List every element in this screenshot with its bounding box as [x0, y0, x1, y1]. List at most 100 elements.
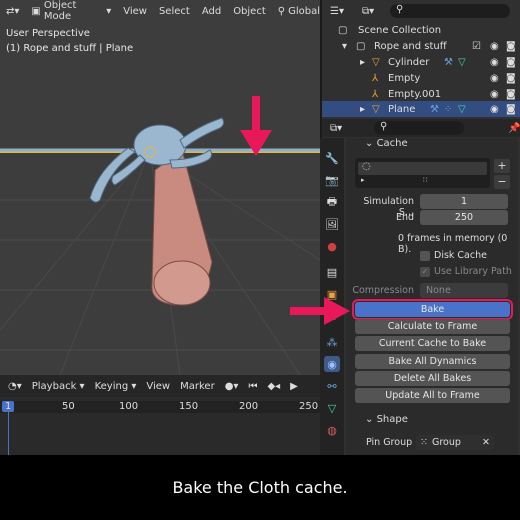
- camera-icon[interactable]: ◙: [506, 41, 516, 52]
- bake-all-dynamics-button[interactable]: Bake All Dynamics: [355, 354, 510, 369]
- constraints-tab-icon[interactable]: ⚯: [324, 378, 340, 394]
- tick-label: 200: [239, 401, 259, 412]
- expand-icon: ▸: [360, 56, 366, 68]
- tick-label: 100: [119, 401, 139, 412]
- mode-label: Object Mode: [43, 0, 77, 22]
- cache-panel-header[interactable]: ⌄ Cache: [365, 138, 408, 149]
- close-icon[interactable]: ✕: [482, 437, 490, 448]
- calculate-to-frame-button[interactable]: Calculate to Frame: [355, 319, 510, 334]
- tool-tab-icon[interactable]: 🔧: [324, 150, 340, 166]
- shape-panel-header[interactable]: ⌄ Shape: [365, 414, 408, 425]
- transform-icon[interactable]: ⇄▾: [6, 6, 19, 17]
- update-all-to-frame-button[interactable]: Update All to Frame: [355, 388, 510, 403]
- menu-label: Playback: [31, 380, 77, 392]
- bake-button[interactable]: Bake: [352, 299, 513, 320]
- orientation-label: Global: [288, 5, 320, 17]
- play-icon[interactable]: ▶: [290, 381, 298, 392]
- camera-icon[interactable]: ◙: [506, 89, 516, 100]
- end-label: End: [395, 212, 414, 223]
- material-tab-icon[interactable]: ◍: [324, 422, 340, 438]
- collection-icon: ▢: [356, 40, 366, 52]
- render-tab-icon[interactable]: 📷: [324, 172, 340, 188]
- outliner-search-input[interactable]: ⚲: [390, 4, 510, 18]
- 3d-viewport[interactable]: ⇄▾ ▣ Object Mode ▾ View Select Add Object …: [0, 0, 320, 375]
- viewport-header: ⇄▾ ▣ Object Mode ▾ View Select Add Object …: [0, 0, 320, 22]
- mode-dropdown[interactable]: ▣ Object Mode ▾: [31, 0, 111, 22]
- simulation-start-field[interactable]: 1: [420, 194, 508, 209]
- eye-icon[interactable]: ◉: [490, 57, 499, 68]
- outliner-row-plane[interactable]: ▸ ▽ Plane ⚒ ⁘ ▽ ◉ ◙: [322, 101, 520, 117]
- delete-all-bakes-button[interactable]: Delete All Bakes: [355, 371, 510, 386]
- menu-view[interactable]: View: [123, 6, 147, 17]
- editor-type-icon[interactable]: ⧉▾: [330, 123, 342, 134]
- eye-icon[interactable]: ◉: [490, 41, 499, 52]
- output-tab-icon[interactable]: 🖶: [324, 194, 340, 210]
- outliner-label: Empty.001: [388, 88, 442, 100]
- prev-keyframe-icon[interactable]: ◆◂: [267, 381, 280, 392]
- menu-object[interactable]: Object: [233, 6, 266, 17]
- expand-icon: ▸: [361, 176, 365, 184]
- data-tab-icon[interactable]: ▽: [324, 400, 340, 416]
- checkbox-icon[interactable]: ☑: [472, 41, 481, 52]
- compression-value: None: [426, 285, 451, 296]
- pin-group-field[interactable]: ⁙ Group ✕: [416, 435, 494, 450]
- menu-keying[interactable]: Keying ▾: [95, 381, 137, 392]
- pin-icon[interactable]: 📌: [508, 123, 520, 134]
- object-mode-icon: ▣: [31, 5, 41, 17]
- use-library-path-label: Use Library Path: [434, 266, 512, 277]
- orientation-dropdown[interactable]: ⚲ Global: [278, 6, 320, 17]
- end-field[interactable]: 250: [420, 210, 508, 225]
- compression-dropdown[interactable]: None: [420, 283, 508, 298]
- cache-label: Cache: [376, 138, 408, 149]
- view-layer-tab-icon[interactable]: 🖼: [324, 216, 340, 232]
- scene-tab-icon[interactable]: ●: [324, 238, 340, 254]
- camera-icon[interactable]: ◙: [506, 57, 516, 68]
- outliner-filter-icon[interactable]: ☰▾: [330, 6, 344, 17]
- search-icon: ⚲: [396, 4, 404, 15]
- menu-playback[interactable]: Playback ▾: [32, 381, 85, 392]
- camera-icon[interactable]: ◙: [506, 104, 516, 115]
- outliner-row-scene-collection[interactable]: ▢ Scene Collection: [322, 22, 520, 38]
- tick-label: 250: [299, 401, 319, 412]
- cache-list-item[interactable]: ◌: [358, 161, 487, 175]
- remove-cache-button[interactable]: −: [494, 175, 510, 189]
- use-library-path-checkbox[interactable]: ✓: [420, 267, 430, 277]
- outliner-header: ☰▾ ⧉▾ ⚲: [322, 3, 520, 19]
- pin-group-value: Group: [431, 437, 461, 448]
- outliner-label: Scene Collection: [358, 24, 442, 36]
- clock-icon[interactable]: ◔▾: [8, 381, 22, 392]
- mesh-icon: ▽: [372, 56, 380, 68]
- jump-start-icon[interactable]: ⏮: [248, 381, 257, 392]
- tick-label: 50: [62, 401, 75, 412]
- eye-icon[interactable]: ◉: [490, 89, 499, 100]
- current-cache-to-bake-button[interactable]: Current Cache to Bake: [355, 336, 510, 351]
- frame-ruler[interactable]: [0, 401, 320, 413]
- eye-icon[interactable]: ◉: [490, 104, 499, 115]
- record-icon[interactable]: ●▾: [225, 381, 239, 392]
- cache-item-icon: ◌: [362, 161, 371, 172]
- timeline-header: ◔▾ Playback ▾ Keying ▾ View Marker ●▾ ⏮ …: [0, 375, 320, 397]
- current-frame-indicator[interactable]: 1: [2, 401, 15, 412]
- world-tab-icon[interactable]: ▤: [324, 264, 340, 280]
- camera-icon[interactable]: ◙: [506, 73, 516, 84]
- cache-list[interactable]: ◌ ▸ ∷: [355, 158, 490, 188]
- resize-handle-icon[interactable]: ∷: [423, 176, 427, 184]
- menu-add[interactable]: Add: [202, 6, 221, 17]
- object-info-label: (1) Rope and stuff | Plane: [6, 43, 134, 54]
- orientation-icon: ⚲: [277, 5, 286, 17]
- menu-marker[interactable]: Marker: [180, 381, 215, 392]
- eye-icon[interactable]: ◉: [490, 73, 499, 84]
- menu-select[interactable]: Select: [159, 6, 190, 17]
- add-cache-button[interactable]: +: [494, 159, 510, 173]
- outliner-row-empty[interactable]: ⅄ Empty ◉ ◙: [322, 70, 520, 86]
- physics-tab-icon[interactable]: ◉: [324, 356, 340, 372]
- disk-cache-checkbox[interactable]: [420, 251, 430, 261]
- outliner-row-collection[interactable]: ▾ ▢ Rope and stuff ☑ ◉ ◙: [322, 38, 520, 54]
- display-mode-icon[interactable]: ⧉▾: [362, 6, 374, 17]
- menu-view[interactable]: View: [146, 381, 170, 392]
- physics-icon: ⁘: [444, 103, 453, 115]
- outliner-row-cylinder[interactable]: ▸ ▽ Cylinder ⚒ ▽ ◉ ◙: [322, 54, 520, 70]
- properties-search-input[interactable]: ⚲: [374, 121, 464, 135]
- outliner-row-empty-001[interactable]: ⅄ Empty.001 ◉ ◙: [322, 86, 520, 102]
- particles-tab-icon[interactable]: ⁂: [324, 334, 340, 350]
